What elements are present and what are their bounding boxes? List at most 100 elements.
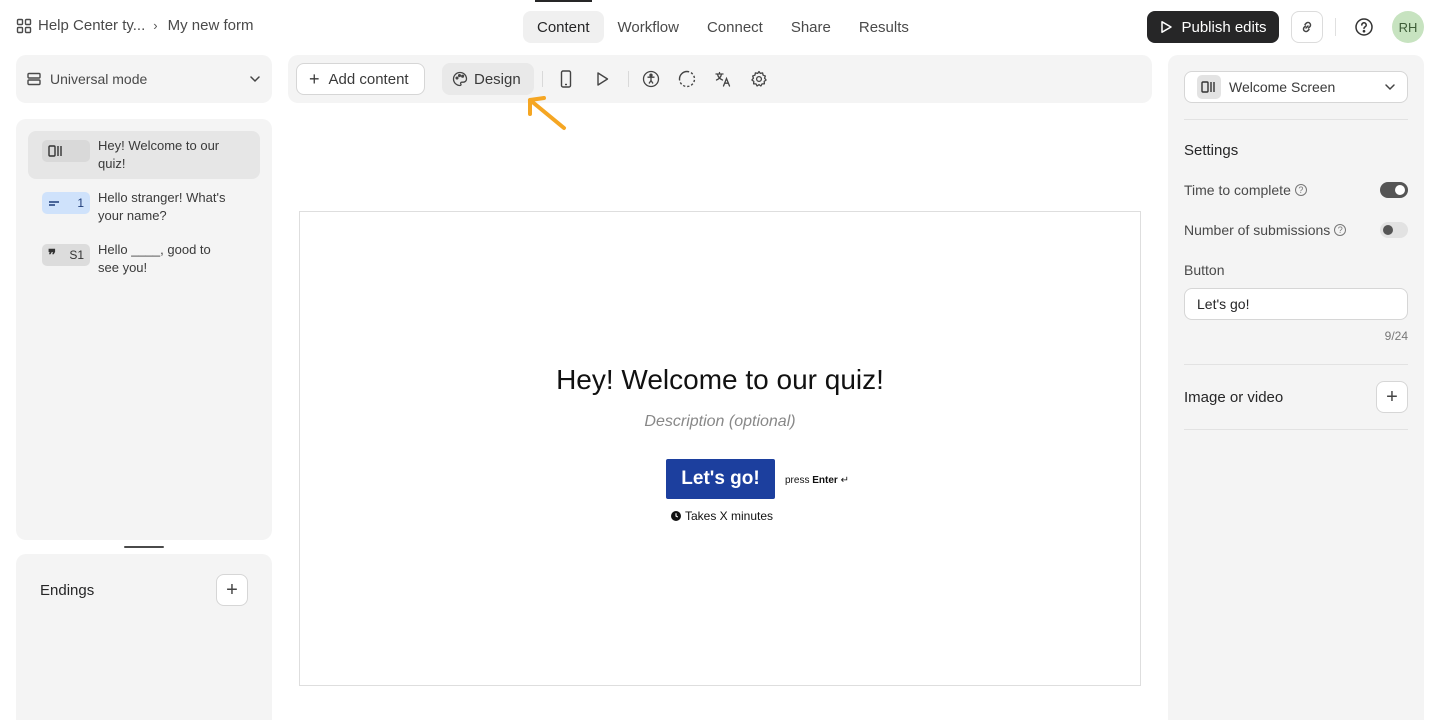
divider — [1184, 429, 1408, 430]
divider — [628, 71, 629, 87]
divider — [1184, 119, 1408, 120]
statement-icon: ❞ — [48, 247, 57, 264]
mode-selector[interactable]: Universal mode — [16, 55, 272, 103]
gear-icon — [751, 70, 767, 87]
settings-heading: Settings — [1184, 142, 1239, 159]
short-text-badge: 1 — [42, 192, 90, 214]
grid-icon[interactable] — [16, 18, 32, 34]
tab-connect[interactable]: Connect — [693, 11, 777, 43]
info-icon[interactable]: ? — [1294, 184, 1307, 196]
translate-button[interactable] — [713, 69, 733, 89]
welcome-screen-icon — [1201, 81, 1215, 93]
add-media-button[interactable]: + — [1376, 381, 1408, 413]
editor-toolbar: + Add content Design — [288, 55, 1152, 103]
button-label: Button — [1184, 262, 1225, 278]
list-item[interactable]: Hey! Welcome to our quiz! — [28, 131, 260, 179]
toggle-knob — [1383, 225, 1393, 235]
play-icon — [597, 72, 609, 86]
resize-handle[interactable] — [124, 546, 164, 548]
short-text-icon — [49, 201, 59, 206]
loading-screen-button[interactable] — [677, 69, 697, 89]
plus-icon: + — [1386, 385, 1398, 408]
question-list: Hey! Welcome to our quiz! 1 Hello strang… — [16, 119, 272, 540]
plus-icon: + — [309, 69, 320, 89]
mode-label: Universal mode — [50, 71, 148, 87]
time-to-complete-label: Time to complete ? — [1184, 182, 1307, 198]
chevron-down-icon — [1385, 84, 1395, 91]
welcome-title[interactable]: Hey! Welcome to our quiz! — [300, 364, 1140, 396]
question-number: 1 — [77, 196, 84, 210]
welcome-badge — [42, 140, 90, 162]
add-content-label: Add content — [328, 70, 409, 88]
settings-button[interactable] — [749, 69, 769, 89]
main-tabs: Content Workflow Connect Share Results — [523, 0, 923, 43]
annotation-arrow-icon — [528, 96, 566, 130]
form-name[interactable]: My new form — [168, 17, 254, 34]
welcome-description[interactable]: Description (optional) — [300, 413, 1140, 431]
endings-title: Endings — [40, 582, 95, 599]
layers-icon — [27, 72, 41, 86]
workspace-link[interactable]: Help Center ty... — [38, 17, 145, 34]
character-counter: 9/24 — [1384, 329, 1408, 343]
translate-icon — [715, 71, 731, 87]
mobile-preview-button[interactable] — [556, 69, 576, 89]
statement-badge: ❞ S1 — [42, 244, 90, 266]
endings-panel: Endings + — [16, 554, 272, 720]
question-text: Hello stranger! What's your name? — [98, 190, 226, 223]
tab-workflow[interactable]: Workflow — [604, 11, 693, 43]
plus-icon: + — [226, 578, 238, 601]
link-icon — [1302, 21, 1312, 33]
chevron-right-icon: › — [153, 18, 158, 33]
help-icon[interactable] — [1354, 17, 1374, 37]
image-or-video-label: Image or video — [1184, 389, 1284, 406]
palette-icon — [452, 71, 468, 87]
welcome-screen-badge — [1197, 75, 1221, 99]
list-item[interactable]: 1 Hello stranger! What's your name? — [28, 183, 260, 231]
press-prefix: press — [785, 475, 810, 486]
number-of-submissions-label: Number of submissions ? — [1184, 222, 1347, 238]
divider — [1184, 364, 1408, 365]
info-icon[interactable]: ? — [1334, 224, 1347, 236]
time-to-complete-text: Time to complete — [1184, 182, 1291, 198]
toggle-knob — [1395, 185, 1405, 195]
time-to-complete-toggle[interactable] — [1380, 182, 1408, 198]
clock-icon — [671, 511, 681, 521]
list-item[interactable]: ❞ S1 Hello ____, good to see you! — [28, 235, 260, 283]
add-ending-button[interactable]: + — [216, 574, 248, 606]
add-content-button[interactable]: + Add content — [296, 63, 425, 95]
press-enter-hint: press Enter ↵ — [785, 475, 849, 486]
welcome-screen-icon — [48, 145, 62, 157]
tab-share[interactable]: Share — [777, 11, 845, 43]
number-of-submissions-toggle[interactable] — [1380, 222, 1408, 238]
avatar[interactable]: RH — [1392, 11, 1424, 43]
divider — [542, 71, 543, 87]
design-label: Design — [474, 70, 521, 88]
time-estimate: Takes X minutes — [671, 509, 773, 523]
preview-button[interactable] — [592, 69, 612, 89]
tab-content[interactable]: Content — [523, 0, 604, 43]
tab-results[interactable]: Results — [845, 11, 923, 43]
button-text-input[interactable] — [1184, 288, 1408, 320]
enter-icon: ↵ — [840, 475, 849, 486]
breadcrumb: Help Center ty... › My new form — [16, 17, 253, 34]
design-button[interactable]: Design — [442, 63, 534, 95]
accessibility-icon — [642, 70, 660, 88]
settings-panel: Welcome Screen Settings Time to complete… — [1168, 55, 1424, 720]
accessibility-button[interactable] — [641, 69, 661, 89]
play-outline-icon — [1161, 21, 1173, 33]
press-key: Enter — [812, 475, 838, 486]
chevron-down-icon — [250, 76, 260, 83]
top-bar: Help Center ty... › My new form Content … — [0, 0, 1440, 55]
divider — [1335, 18, 1336, 36]
copy-link-button[interactable] — [1291, 11, 1323, 43]
mobile-icon — [560, 70, 572, 88]
number-of-submissions-text: Number of submissions — [1184, 222, 1331, 238]
question-number: S1 — [69, 248, 84, 262]
question-text: Hey! Welcome to our quiz! — [98, 138, 220, 171]
publish-label: Publish edits — [1181, 18, 1267, 36]
screen-type-selector[interactable]: Welcome Screen — [1184, 71, 1408, 103]
publish-button[interactable]: Publish edits — [1147, 11, 1279, 43]
start-button[interactable]: Let's go! — [666, 459, 775, 499]
question-text: Hello ____, good to see you! — [98, 242, 211, 275]
time-estimate-text: Takes X minutes — [685, 509, 774, 523]
